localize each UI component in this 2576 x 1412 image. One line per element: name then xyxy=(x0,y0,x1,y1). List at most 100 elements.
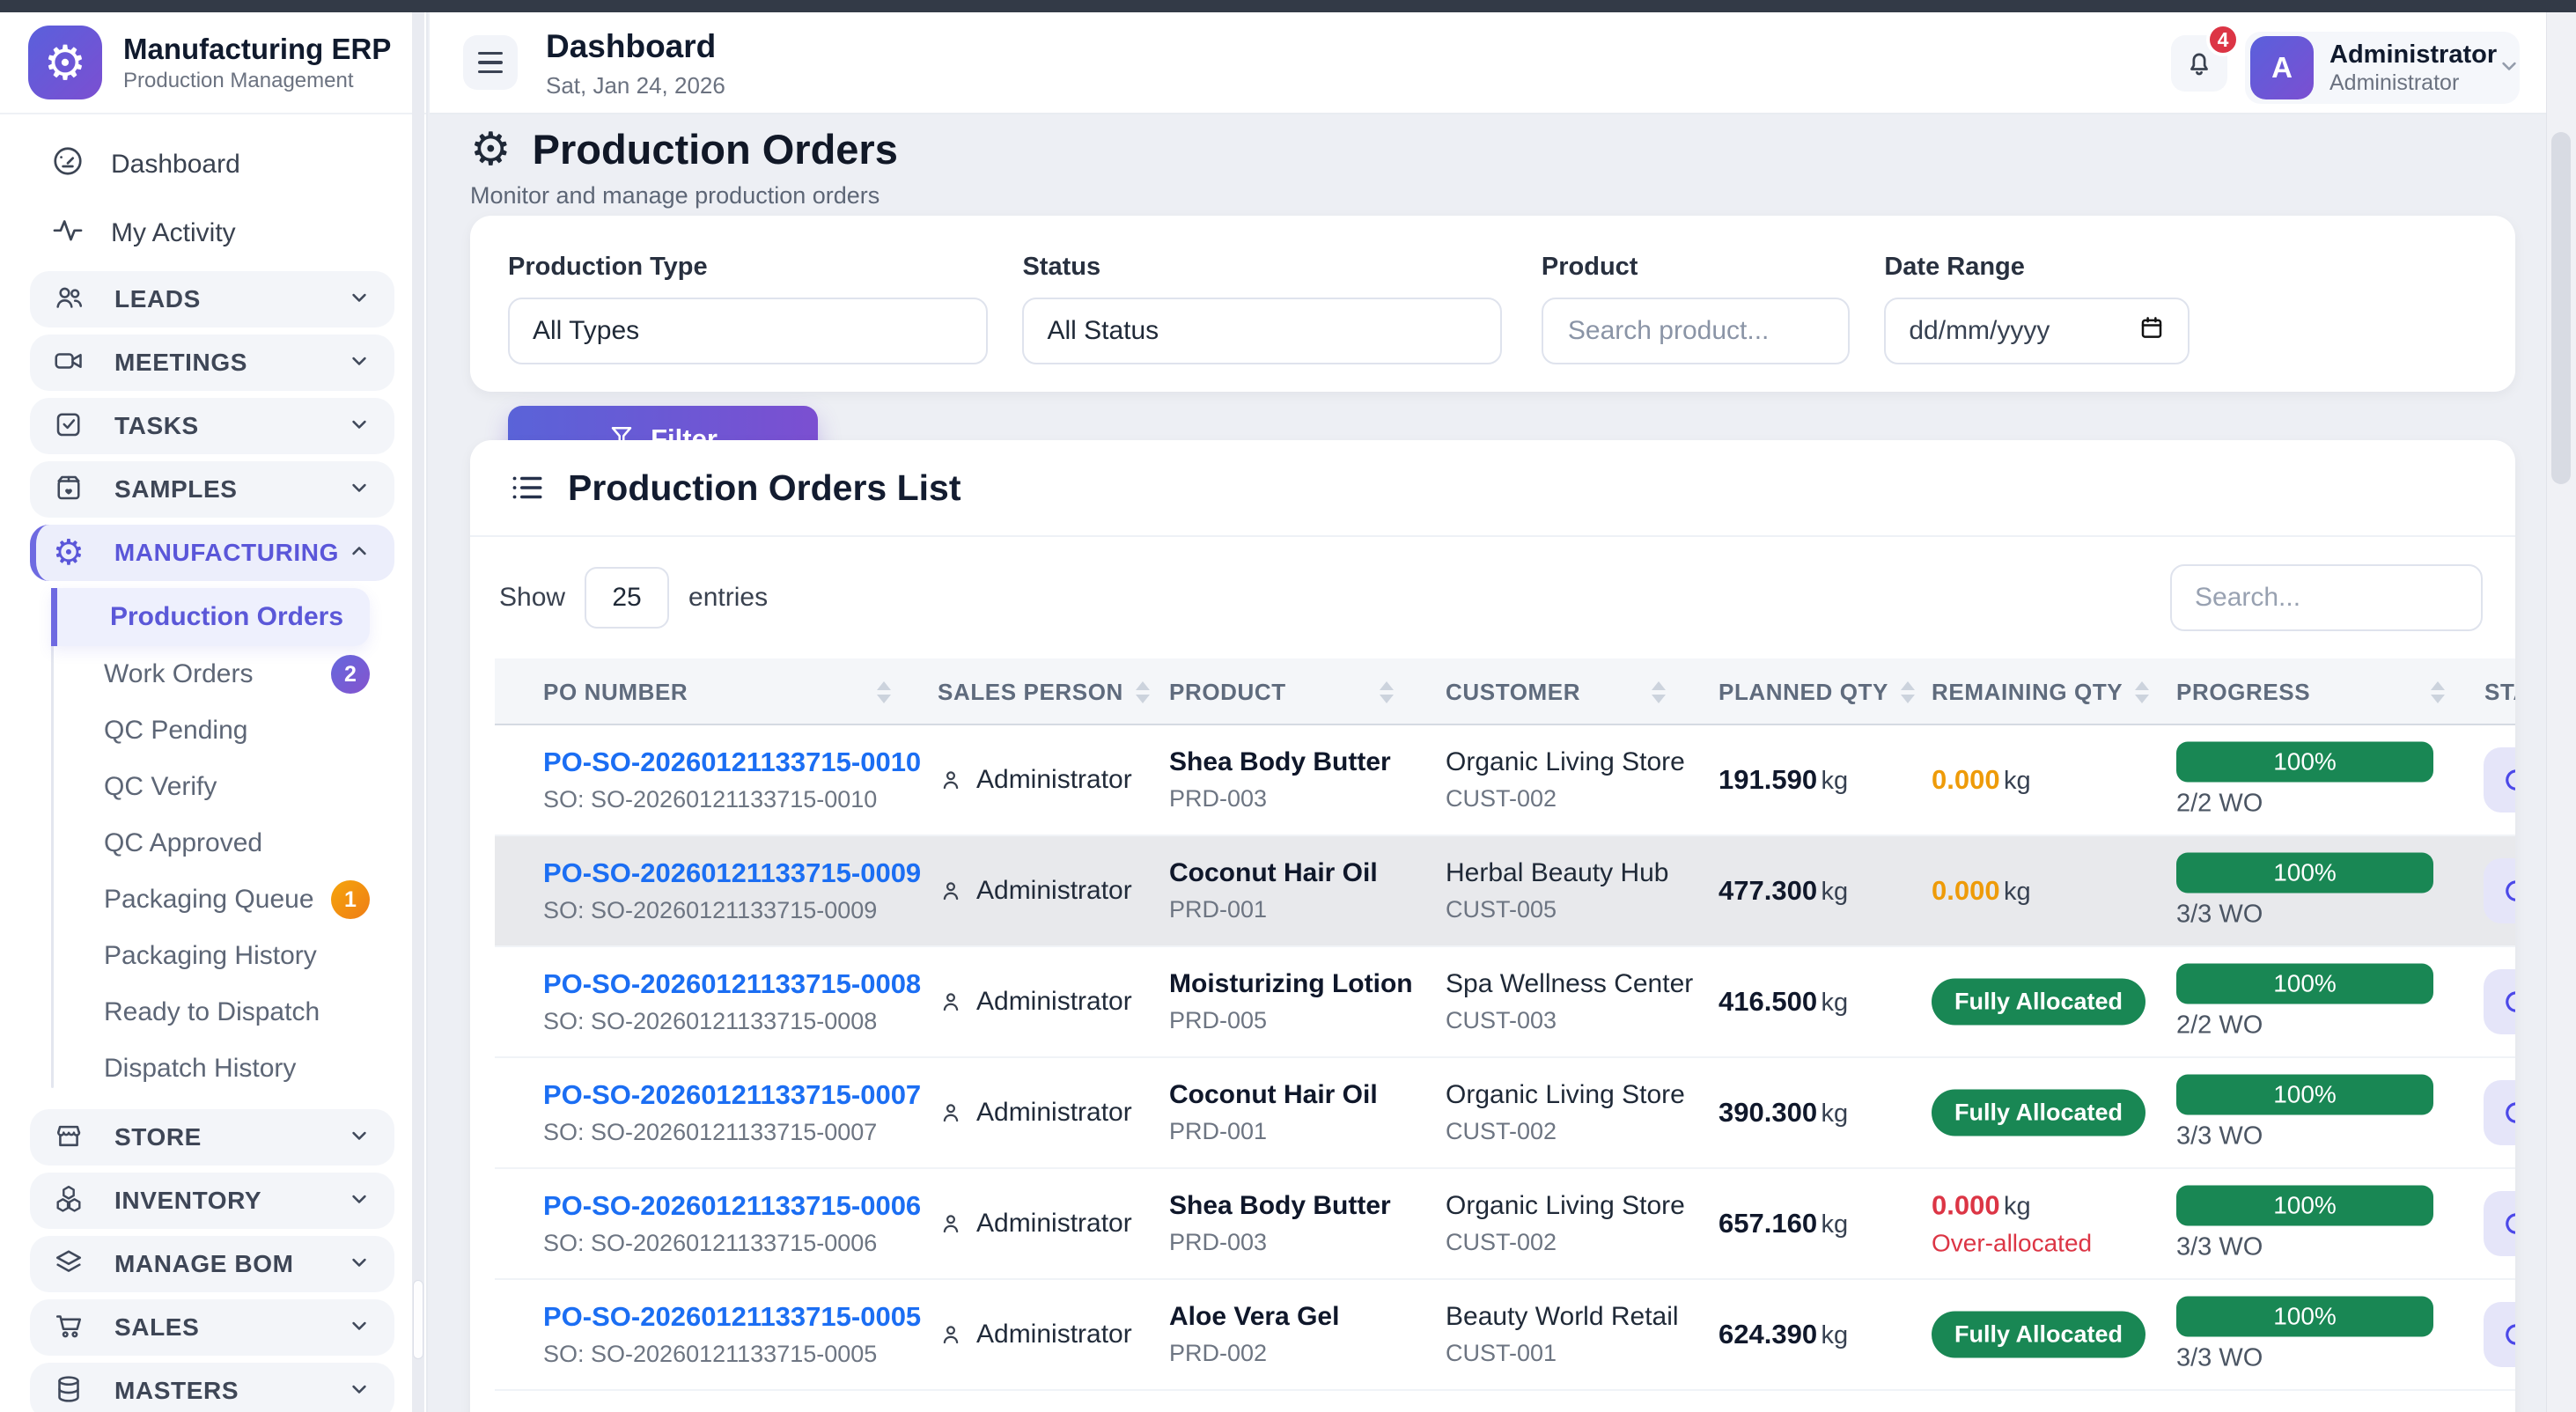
status-select[interactable]: All Status xyxy=(1022,298,1502,364)
customer-code: CUST-001 xyxy=(1446,1340,1679,1367)
column-header-planned-qty[interactable]: PLANNED QTY xyxy=(1719,658,1881,725)
po-number-link[interactable]: PO-SO-20260121133715-0008 xyxy=(543,968,921,1000)
customer-code: CUST-003 xyxy=(1446,1007,1693,1034)
customer-name: Herbal Beauty Hub xyxy=(1446,858,1668,888)
production-type-select[interactable]: All Types xyxy=(508,298,988,364)
sidebar-item-my-activity[interactable]: My Activity xyxy=(0,202,426,264)
sidebar-subitem-production-orders[interactable]: Production Orders xyxy=(51,588,370,646)
sidebar-subitem-qc-verify[interactable]: QC Verify xyxy=(0,759,426,815)
sidebar-subitem-packaging-queue[interactable]: Packaging Queue1 xyxy=(0,871,426,928)
refresh-icon xyxy=(2500,875,2515,907)
table-row[interactable]: PO-SO-20260121133715-0007SO: SO-20260121… xyxy=(495,1058,2515,1169)
sidebar-subitem-label: Work Orders xyxy=(104,659,253,689)
page-size-select[interactable]: 25 xyxy=(585,567,669,629)
customer-code: CUST-002 xyxy=(1446,1118,1685,1145)
notification-count-badge: 4 xyxy=(2206,23,2240,56)
customer-code: CUST-005 xyxy=(1446,896,1668,923)
progress-cell: 100%2/2 WO xyxy=(2176,964,2433,1041)
status-cell xyxy=(2484,747,2515,813)
table-body: PO-SO-20260121133715-0010 SO: SO-20260121… xyxy=(495,725,2515,1391)
sidebar-group-tasks[interactable]: TASKS xyxy=(30,398,394,454)
refresh-status-button[interactable] xyxy=(2484,747,2515,813)
so-number: SO: SO-20260121133715-0010 xyxy=(543,786,921,813)
sidebar-group-samples[interactable]: SAMPLES xyxy=(30,461,394,518)
po-number-link[interactable]: PO-SO-20260121133715-0009 xyxy=(543,857,921,889)
sidebar-group-label: TASKS xyxy=(114,412,199,440)
column-header-sales-person[interactable]: SALES PERSON xyxy=(938,658,1127,725)
sidebar-subitem-work-orders[interactable]: Work Orders2 xyxy=(0,646,426,702)
column-header-remaining-qty[interactable]: REMAINING QTY xyxy=(1932,658,2121,725)
refresh-status-button[interactable] xyxy=(2484,858,2515,923)
person-icon xyxy=(938,1099,964,1126)
table-row[interactable]: PO-SO-20260121133715-0006SO: SO-20260121… xyxy=(495,1169,2515,1280)
sidebar-scrollbar[interactable] xyxy=(412,12,424,1412)
refresh-status-button[interactable] xyxy=(2484,1302,2515,1367)
po-number-cell: PO-SO-20260121133715-0006SO: SO-20260121… xyxy=(543,1190,921,1257)
sidebar-item-dashboard[interactable]: Dashboard xyxy=(0,134,426,195)
sidebar-group-manufacturing[interactable]: ⚙ MANUFACTURING xyxy=(30,525,394,581)
progress-bar: 100% xyxy=(2176,964,2433,1004)
remaining-qty-cell: 0.000 kgOver-allocated xyxy=(1932,1190,2092,1258)
sidebar-toggle-button[interactable] xyxy=(463,35,518,90)
chevron-down-icon xyxy=(347,1123,372,1152)
sort-icon xyxy=(1652,681,1666,703)
progress-bar: 100% xyxy=(2176,1186,2433,1226)
date-range-input[interactable]: dd/mm/yyyy xyxy=(1884,298,2190,364)
user-menu[interactable]: A Administrator Administrator xyxy=(2245,32,2520,104)
sidebar-group-sales[interactable]: SALES xyxy=(30,1299,394,1356)
po-number-link[interactable]: PO-SO-20260121133715-0010 xyxy=(543,746,921,778)
sidebar-subitem-qc-approved[interactable]: QC Approved xyxy=(0,815,426,871)
table-row[interactable]: PO-SO-20260121133715-0009SO: SO-20260121… xyxy=(495,836,2515,947)
sidebar-group-masters[interactable]: MASTERS xyxy=(30,1363,394,1412)
window-top-strip xyxy=(0,0,2576,12)
po-number-link[interactable]: PO-SO-20260121133715-0005 xyxy=(543,1301,921,1333)
filter-card: Production Type All Types Status All Sta… xyxy=(470,216,2515,392)
sidebar-group-manage-bom[interactable]: MANAGE BOM xyxy=(30,1236,394,1292)
column-header-po-number[interactable]: PO NUMBER xyxy=(543,658,891,725)
cart-icon xyxy=(53,1310,85,1346)
show-label: Show xyxy=(499,583,565,613)
sales-person-name: Administrator xyxy=(976,876,1132,906)
table-search-input[interactable] xyxy=(2170,564,2483,631)
sidebar-subitem-ready-to-dispatch[interactable]: Ready to Dispatch xyxy=(0,984,426,1041)
refresh-icon xyxy=(2500,764,2515,796)
refresh-status-button[interactable] xyxy=(2484,1080,2515,1145)
database-icon xyxy=(53,1373,85,1409)
app-tagline: Production Management xyxy=(123,69,391,93)
table-row[interactable]: PO-SO-20260121133715-0005SO: SO-20260121… xyxy=(495,1280,2515,1391)
column-header-customer[interactable]: CUSTOMER xyxy=(1446,658,1666,725)
page-scrollbar-thumb[interactable] xyxy=(2551,132,2571,484)
sidebar-subitem-dispatch-history[interactable]: Dispatch History xyxy=(0,1041,426,1097)
sidebar-subitem-packaging-history[interactable]: Packaging History xyxy=(0,928,426,984)
list-controls: Show 25 entries xyxy=(470,537,2515,658)
column-header-progress[interactable]: PROGRESS xyxy=(2176,658,2445,725)
sidebar-group-leads[interactable]: LEADS xyxy=(30,271,394,327)
progress-cell: 100%2/2 WO xyxy=(2176,742,2433,819)
gear-icon: ⚙ xyxy=(470,127,512,173)
table-header: PO NUMBER SALES PERSON PRODUCT CUSTOMER PLAN… xyxy=(495,658,2515,725)
sidebar-group-inventory[interactable]: INVENTORY xyxy=(30,1173,394,1229)
refresh-status-button[interactable] xyxy=(2484,969,2515,1034)
po-number-cell: PO-SO-20260121133715-0005SO: SO-20260121… xyxy=(543,1301,921,1368)
sidebar-group-store[interactable]: STORE xyxy=(30,1109,394,1166)
sales-person-cell: Administrator xyxy=(938,765,1132,795)
refresh-status-button[interactable] xyxy=(2484,1191,2515,1256)
sidebar-subitem-qc-pending[interactable]: QC Pending xyxy=(0,702,426,759)
po-number-link[interactable]: PO-SO-20260121133715-0006 xyxy=(543,1190,921,1222)
column-header-status[interactable]: STATUS xyxy=(2484,658,2515,725)
po-number-link[interactable]: PO-SO-20260121133715-0007 xyxy=(543,1079,921,1111)
column-header-product[interactable]: PRODUCT xyxy=(1169,658,1394,725)
sales-person-name: Administrator xyxy=(976,987,1132,1017)
status-cell xyxy=(2484,858,2515,923)
product-cell: Coconut Hair OilPRD-001 xyxy=(1169,858,1378,923)
list-title: Production Orders List xyxy=(568,467,961,509)
sidebar-group-label: SALES xyxy=(114,1313,199,1342)
allocation-badge: Fully Allocated xyxy=(1932,979,2145,1026)
person-icon xyxy=(938,1210,964,1237)
table-row[interactable]: PO-SO-20260121133715-0008SO: SO-20260121… xyxy=(495,947,2515,1058)
product-search-input[interactable] xyxy=(1566,315,1825,347)
table-row[interactable]: PO-SO-20260121133715-0010 SO: SO-20260121… xyxy=(495,725,2515,836)
sidebar-group-meetings[interactable]: MEETINGS xyxy=(30,335,394,391)
sidebar-scrollbar-thumb[interactable] xyxy=(413,1280,423,1359)
product-cell: Coconut Hair OilPRD-001 xyxy=(1169,1080,1378,1145)
